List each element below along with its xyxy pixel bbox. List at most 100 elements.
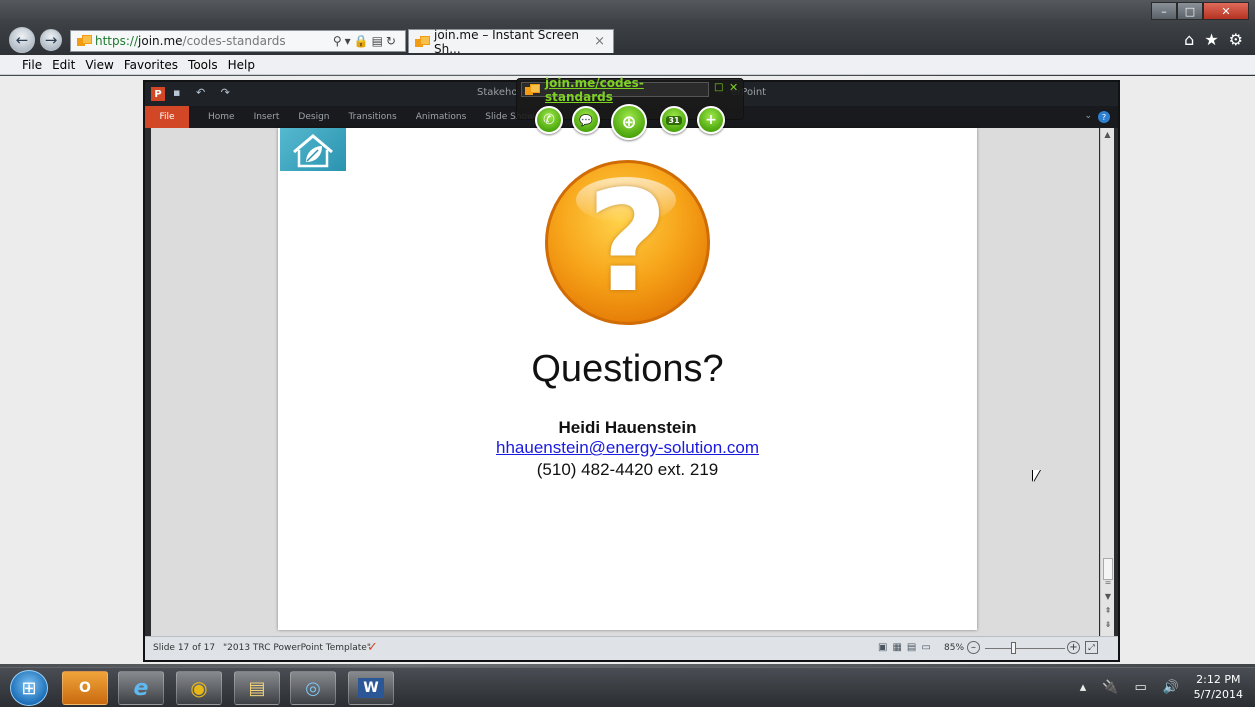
theme-name: "2013 TRC PowerPoint Template"	[223, 643, 371, 653]
url-path: /codes-standards	[182, 34, 286, 48]
ribbon-tab-transitions[interactable]: Transitions	[348, 112, 396, 122]
close-button[interactable]: ✕	[1203, 2, 1249, 20]
joinme-chat-button[interactable]: 💬	[572, 106, 600, 134]
zoom-slider-track[interactable]	[985, 648, 1065, 649]
menu-view[interactable]: View	[85, 58, 113, 72]
volume-icon[interactable]: 🔊	[1163, 680, 1179, 695]
ribbon-tab-animations[interactable]: Animations	[416, 112, 467, 122]
powerpoint-logo-icon: P	[151, 87, 165, 101]
joinme-url-text: join.me/codes-standards	[545, 75, 644, 104]
url-scheme: https://	[95, 34, 139, 48]
url-text[interactable]: https://join.me/codes-standards	[95, 34, 286, 48]
zoom-magnifier-icon: ⊕	[621, 111, 637, 133]
house-leaf-logo	[280, 128, 346, 171]
slide-sorter-icon[interactable]: ▦	[892, 642, 901, 653]
scroll-up-icon[interactable]: ▲	[1101, 128, 1114, 142]
spell-check-icon[interactable]: ✓	[367, 640, 378, 655]
forward-button[interactable]: →	[40, 29, 62, 51]
joinme-url-link[interactable]: join.me/codes-standards	[521, 76, 709, 104]
minimize-button[interactable]: –	[1151, 2, 1177, 20]
joinme-zoom-button[interactable]: ⊕	[611, 104, 647, 140]
scroll-bottom-controls: = ▼ ⇞ ⇟	[1101, 576, 1115, 632]
internet-explorer-icon: e	[133, 675, 149, 701]
slide-editing-area: ? Questions? Heidi Hauenstein hhauenstei…	[151, 128, 1099, 636]
tab-joinme[interactable]: join.me – Instant Screen Sh... ×	[408, 27, 614, 56]
word-icon: W	[358, 678, 384, 698]
zoom-in-icon[interactable]: +	[1067, 641, 1080, 654]
joinme-minimize-icon[interactable]: □	[714, 82, 723, 93]
fit-to-window-icon[interactable]: ⤢	[1085, 641, 1098, 654]
favorites-star-icon[interactable]: ★	[1204, 30, 1218, 49]
maximize-button[interactable]: □	[1177, 2, 1203, 20]
system-clock[interactable]: 2:12 PM 5/7/2014	[1194, 672, 1243, 702]
settings-gear-icon[interactable]: ⚙	[1229, 30, 1243, 49]
ribbon-tab-home[interactable]: Home	[208, 112, 235, 122]
ribbon-tab-insert[interactable]: Insert	[254, 112, 280, 122]
contact-phone: (510) 482-4420 ext. 219	[536, 460, 719, 479]
taskbar-internet-explorer[interactable]: e	[118, 671, 164, 705]
help-icon[interactable]: ?	[1098, 111, 1110, 123]
address-bar[interactable]: https://join.me/codes-standards ⚲▾🔒▤↻	[70, 30, 406, 52]
menu-help[interactable]: Help	[228, 58, 255, 72]
split-icon[interactable]: =	[1101, 576, 1115, 590]
menu-tools[interactable]: Tools	[188, 58, 218, 72]
menu-favorites[interactable]: Favorites	[124, 58, 178, 72]
joinme-close-icon[interactable]: ✕	[729, 81, 738, 94]
zoom-slider-thumb[interactable]	[1011, 642, 1016, 654]
scroll-down-icon[interactable]: ▼	[1101, 590, 1115, 604]
taskbar-app[interactable]: ◎	[290, 671, 336, 705]
app-icon: ◎	[305, 677, 321, 699]
taskbar-outlook[interactable]: O	[62, 671, 108, 705]
joinme-favicon-icon	[415, 35, 430, 48]
chrome-icon: ◉	[190, 676, 208, 700]
slide-counter: Slide 17 of 17	[153, 643, 216, 653]
power-icon[interactable]: 🔌	[1102, 680, 1118, 695]
ribbon-tab-file[interactable]: File	[145, 106, 189, 128]
previous-slide-icon[interactable]: ⇞	[1101, 604, 1115, 618]
ribbon-collapse-icon[interactable]: ⌄	[1084, 111, 1092, 121]
address-bar-icons[interactable]: ⚲▾🔒▤↻	[333, 34, 405, 48]
question-glyph: ?	[586, 160, 669, 324]
normal-view-icon[interactable]: ▣	[878, 642, 887, 653]
contact-name: Heidi Hauenstein	[558, 418, 697, 437]
question-mark-icon: ?	[545, 160, 710, 325]
ppt-title-prefix: Stakeho	[477, 87, 518, 98]
view-buttons: ▣ ▦ ▤ ▭	[878, 642, 931, 653]
tab-title: join.me – Instant Screen Sh...	[434, 27, 579, 56]
house-leaf-logo-icon	[293, 134, 333, 168]
plus-icon: +	[705, 112, 717, 128]
joinme-participants-button[interactable]: 31	[660, 106, 688, 134]
vertical-scrollbar[interactable]: ▲ = ▼ ⇞ ⇟	[1100, 128, 1114, 636]
clock-time: 2:12 PM	[1196, 673, 1241, 686]
back-button[interactable]: ←	[9, 27, 35, 53]
joinme-call-button[interactable]: ✆	[535, 106, 563, 134]
zoom-level[interactable]: 85%	[944, 643, 964, 653]
browser-toolbar-right: ⌂ ★ ⚙	[1184, 30, 1243, 49]
joinme-favicon-icon	[77, 35, 92, 47]
powerpoint-window: P ▪ ↶ ↷ Stakeho erPoint File Home Insert…	[143, 80, 1120, 662]
start-button[interactable]: ⊞	[10, 670, 48, 706]
slideshow-view-icon[interactable]: ▭	[921, 642, 930, 653]
next-slide-icon[interactable]: ⇟	[1101, 618, 1115, 632]
taskbar-file-explorer[interactable]: ▤	[234, 671, 280, 705]
network-icon[interactable]: ▭	[1135, 680, 1147, 695]
quick-access-toolbar[interactable]: ▪ ↶ ↷	[173, 86, 236, 99]
system-tray: ▴ 🔌 ▭ 🔊	[1080, 680, 1179, 695]
ribbon-tab-design[interactable]: Design	[298, 112, 329, 122]
taskbar-chrome[interactable]: ◉	[176, 671, 222, 705]
joinme-add-button[interactable]: +	[697, 106, 725, 134]
outlook-icon: O	[79, 680, 91, 696]
taskbar-word[interactable]: W	[348, 671, 394, 705]
chat-bubble-icon: 💬	[579, 113, 593, 127]
tab-close-icon[interactable]: ×	[594, 34, 613, 49]
joinme-favicon-icon	[525, 83, 540, 96]
show-hidden-icons-icon[interactable]: ▴	[1080, 680, 1087, 695]
slide-canvas[interactable]: ? Questions? Heidi Hauenstein hhauenstei…	[278, 128, 977, 630]
home-icon[interactable]: ⌂	[1184, 30, 1194, 49]
contact-email-link[interactable]: hhauenstein@energy-solution.com	[278, 438, 977, 458]
zoom-out-icon[interactable]: –	[967, 641, 980, 654]
reading-view-icon[interactable]: ▤	[907, 642, 916, 653]
menu-edit[interactable]: Edit	[52, 58, 75, 72]
windows-logo-icon: ⊞	[21, 677, 37, 699]
menu-file[interactable]: File	[22, 58, 42, 72]
